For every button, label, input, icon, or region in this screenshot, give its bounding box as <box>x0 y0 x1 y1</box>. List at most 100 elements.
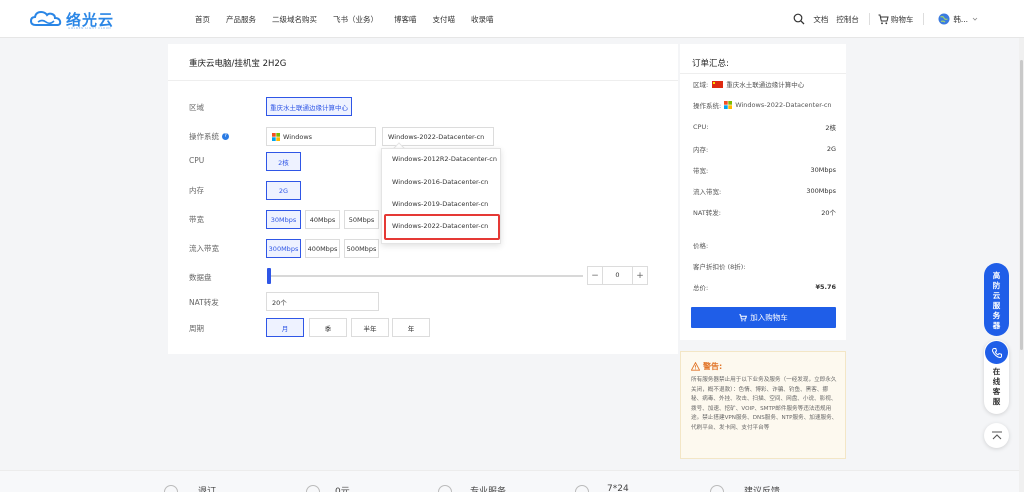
header-divider-2 <box>923 13 925 25</box>
main-nav: 首页 产品服务 二级域名购买 飞书（业务） 博客喵 支付喵 收录喵 <box>195 0 510 38</box>
summary-price-row: 价格: <box>693 240 836 250</box>
period-option-quarter[interactable]: 季 <box>309 318 347 337</box>
windows-logo-icon <box>724 101 733 109</box>
back-to-top-button[interactable] <box>984 423 1009 448</box>
summary-os-value: Windows-2022-Datacenter-cn <box>735 101 832 109</box>
service-icon <box>438 485 452 492</box>
summary-discount-label: 客户折扣价 (8折): <box>693 263 746 271</box>
cart-link[interactable]: 购物车 <box>878 14 913 25</box>
brand-logo[interactable]: 络光云 GOLDEN LIGHT CLOUD <box>30 7 114 31</box>
warning-title: 警告: <box>691 361 722 372</box>
china-flag-icon <box>712 80 724 88</box>
float-sale-char: 服 <box>992 301 1001 310</box>
float-cs-char: 客 <box>992 387 1001 396</box>
summary-bw-label: 带宽: <box>693 167 709 175</box>
inbound-label: 流入带宽 <box>189 244 219 253</box>
order-summary: 订单汇总: 区域: 重庆水土联通边缘计算中心 操作系统: Windows-202… <box>680 44 846 340</box>
online-support-float[interactable]: 在 线 客 服 <box>984 340 1009 414</box>
period-option-halfyear[interactable]: 半年 <box>351 318 389 337</box>
disk-slider-track[interactable] <box>268 275 583 277</box>
inbound-option-300[interactable]: 300Mbps <box>266 239 301 258</box>
search-icon[interactable] <box>793 13 805 25</box>
summary-os-row: 操作系统: Windows-2022-Datacenter-cn <box>693 100 836 110</box>
footer-free: 0元 <box>335 487 350 492</box>
nav-index[interactable]: 收录喵 <box>471 14 494 25</box>
period-option-month[interactable]: 月 <box>266 318 304 337</box>
inbound-option-500[interactable]: 500Mbps <box>344 239 379 258</box>
summary-cpu-value: 2核 <box>825 124 836 132</box>
footer-247: 7*24 <box>607 484 629 492</box>
summary-total-value: ¥5.76 <box>815 283 836 291</box>
period-option-year[interactable]: 年 <box>392 318 430 337</box>
summary-total-label: 总价: <box>693 284 709 292</box>
nav-subdomain[interactable]: 二级域名购买 <box>272 14 317 25</box>
docs-link[interactable]: 文档 <box>813 14 828 25</box>
disk-plus-button[interactable]: + <box>633 267 647 284</box>
region-option[interactable]: 重庆水土联通边缘计算中心 <box>266 97 352 116</box>
memory-option-2g[interactable]: 2G <box>266 181 301 200</box>
header-divider <box>868 13 870 25</box>
avatar-globe-icon <box>938 13 950 25</box>
dropdown-option-2016[interactable]: Windows-2016-Datacenter-cn <box>383 172 499 192</box>
warning-icon <box>691 362 700 371</box>
nav-feishu[interactable]: 飞书（业务） <box>333 14 378 25</box>
bandwidth-option-50[interactable]: 50Mbps <box>344 210 379 229</box>
dropdown-option-2019[interactable]: Windows-2019-Datacenter-cn <box>383 194 499 214</box>
dropdown-option-2012r2[interactable]: Windows-2012R2-Datacenter-cn <box>383 149 499 169</box>
nav-blog[interactable]: 博客喵 <box>394 14 417 25</box>
bandwidth-option-40[interactable]: 40Mbps <box>305 210 340 229</box>
summary-mem-label: 内存: <box>693 146 709 154</box>
scrollbar-thumb[interactable] <box>1020 60 1023 350</box>
nav-home[interactable]: 首页 <box>195 14 210 25</box>
add-to-cart-button[interactable]: 加入购物车 <box>691 307 836 328</box>
product-title: 重庆云电脑/挂机宝 2H2G <box>189 59 287 69</box>
os-family-select[interactable]: Windows <box>266 127 376 146</box>
summary-inbound-label: 流入带宽: <box>693 188 722 196</box>
cpu-label: CPU <box>189 156 205 165</box>
brand-subtitle: GOLDEN LIGHT CLOUD <box>68 26 112 30</box>
help-icon[interactable]: ? <box>222 133 229 140</box>
summary-cpu-label: CPU: <box>693 123 709 131</box>
high-defense-server-float[interactable]: 高 防 云 服 务 器 <box>984 263 1009 336</box>
float-cs-char: 服 <box>992 397 1001 406</box>
cpu-option-2core[interactable]: 2核 <box>266 152 301 171</box>
summary-inbound-value: 300Mbps <box>806 187 836 195</box>
nav-products[interactable]: 产品服务 <box>226 14 256 25</box>
user-menu[interactable]: 韩... <box>938 13 978 25</box>
summary-region-label: 区域: <box>693 81 709 89</box>
summary-nat-value: 20个 <box>821 209 836 217</box>
disk-value-input[interactable]: 0 <box>602 267 633 284</box>
float-cs-char: 线 <box>992 377 1001 386</box>
nat-label: NAT转发 <box>189 298 219 307</box>
bandwidth-label: 带宽 <box>189 215 204 224</box>
summary-os-label: 操作系统: <box>693 102 722 110</box>
summary-nat-label: NAT转发: <box>693 209 721 217</box>
disk-stepper: − 0 + <box>587 266 648 285</box>
summary-inbound-row: 流入带宽: 300Mbps <box>693 186 836 196</box>
cart-icon <box>878 14 889 24</box>
console-link[interactable]: 控制台 <box>836 14 859 25</box>
nat-input[interactable]: 20个 <box>266 292 379 311</box>
refund-icon <box>164 485 178 492</box>
footer-feedback: 建议反馈 <box>744 487 781 492</box>
disk-slider-handle[interactable] <box>267 268 271 284</box>
disk-label: 数据盘 <box>189 273 212 282</box>
warning-title-text: 警告: <box>703 362 723 371</box>
summary-divider <box>680 73 846 74</box>
disk-minus-button[interactable]: − <box>588 267 602 284</box>
summary-region-value: 重庆水土联通边缘计算中心 <box>726 81 805 89</box>
float-sale-char: 务 <box>992 311 1001 320</box>
os-label: 操作系统 ? <box>189 131 229 142</box>
summary-price-label: 价格: <box>693 242 709 250</box>
summary-discount-row: 客户折扣价 (8折): <box>693 261 836 271</box>
inbound-option-400[interactable]: 400Mbps <box>305 239 340 258</box>
footer-refund: 退订 <box>198 487 217 492</box>
nav-pay[interactable]: 支付喵 <box>433 14 456 25</box>
float-sale-char: 防 <box>992 281 1001 290</box>
header-right: 文档 控制台 购物车 韩... <box>793 0 978 38</box>
float-sale-char: 器 <box>992 321 1001 330</box>
chevron-down-icon <box>972 17 978 21</box>
bandwidth-option-30[interactable]: 30Mbps <box>266 210 301 229</box>
selected-option-highlight <box>384 214 500 240</box>
summary-region-row: 区域: 重庆水土联通边缘计算中心 <box>693 79 836 89</box>
